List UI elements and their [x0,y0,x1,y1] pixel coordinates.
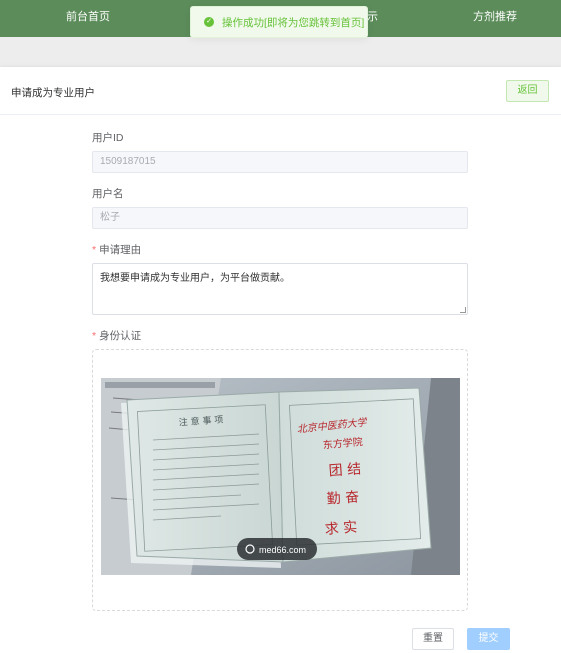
page-title: 申请成为专业用户 [11,87,95,99]
reason-text: 我想要申请成为专业用户，为平台做贡献。 [100,273,290,284]
reason-label: * 申请理由 [92,242,141,257]
user-id-field[interactable]: 1509187015 [92,151,468,173]
id-upload-area[interactable]: 注 意 事 项 北京中医药大学 东方学院 团 结 勤 奋 求 实 med66.c… [92,349,468,611]
required-mark: * [92,244,97,256]
check-circle-icon: ✓ [204,17,214,27]
reset-button[interactable]: 重置 [412,628,454,650]
apply-card: 申请成为专业用户 返回 用户ID 1509187015 用户名 松子 * 申请理由… [0,67,561,653]
nav-item-prescriptions[interactable]: 方剂推荐 [473,0,517,37]
page-band [0,37,561,67]
identity-label-text: 身份认证 [99,330,142,342]
student-id-photo: 注 意 事 项 北京中医药大学 东方学院 团 结 勤 奋 求 实 med66.c… [101,378,460,575]
nav-item-home[interactable]: 前台首页 [66,0,110,37]
required-mark: * [92,330,97,342]
username-label: 用户名 [92,188,124,200]
username-field[interactable]: 松子 [92,207,468,229]
back-button[interactable]: 返回 [506,80,549,102]
watermark-text: med66.com [259,545,306,555]
identity-label: * 身份认证 [92,328,141,343]
photo-motto-3: 求 实 [324,520,357,538]
success-toast: ✓ 操作成功[即将为您跳转到首页] [190,6,368,38]
card-header: 申请成为专业用户 返回 [0,67,561,115]
nav-item-partial[interactable]: 示 [367,0,378,37]
user-id-label: 用户ID [92,132,124,144]
submit-button[interactable]: 提交 [467,628,510,650]
photo-motto-2: 勤 奋 [326,489,359,507]
resize-handle-icon[interactable] [460,307,466,313]
toast-message: 操作成功[即将为您跳转到首页] [222,16,365,29]
reason-textarea[interactable]: 我想要申请成为专业用户，为平台做贡献。 [92,263,468,315]
reason-label-text: 申请理由 [99,244,142,256]
student-id-image: 注 意 事 项 北京中医药大学 东方学院 团 结 勤 奋 求 实 med66.c… [101,378,460,575]
photo-motto-1: 团 结 [328,461,361,479]
